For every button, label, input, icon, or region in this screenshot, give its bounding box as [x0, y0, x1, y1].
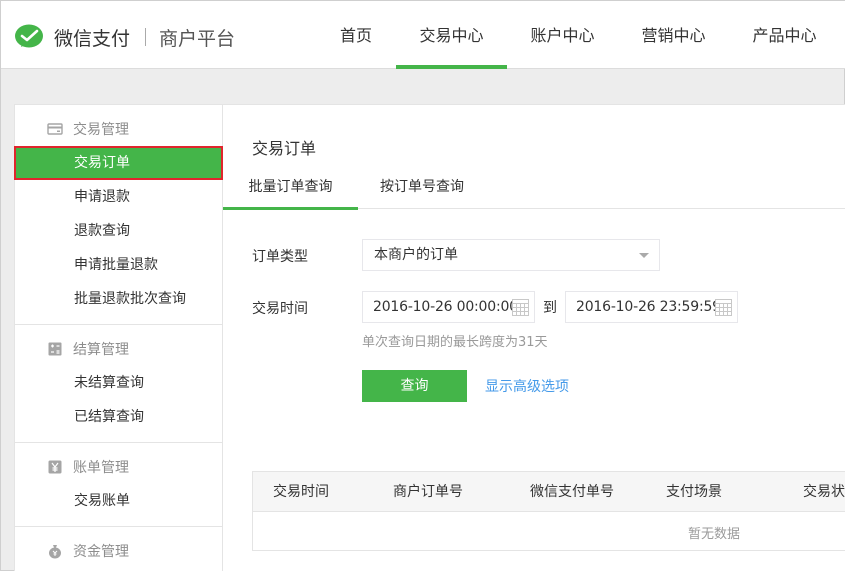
main-nav: 首页 交易中心 账户中心 营销中心 产品中心: [321, 1, 840, 69]
sidebar-group-transaction: 交易管理 交易订单 申请退款 退款查询 申请批量退款 批量退款批次查询: [14, 105, 223, 325]
sidebar-group-title: 账单管理: [15, 450, 222, 484]
start-time-value: 2016-10-26 00:00:00: [373, 299, 518, 315]
column-header: 交易状: [803, 484, 845, 500]
nav-product-center[interactable]: 产品中心: [729, 1, 840, 69]
sidebar-item-batch-refund-query[interactable]: 批量退款批次查询: [15, 282, 222, 316]
logo[interactable]: 微信支付 商户平台: [14, 23, 235, 51]
column-header: 商户订单号: [393, 484, 463, 500]
logo-divider: [145, 28, 147, 46]
page-title: 交易订单: [252, 139, 317, 158]
top-header: 微信支付 商户平台 首页 交易中心 账户中心 营销中心 产品中心: [1, 1, 845, 69]
transaction-icon: [47, 123, 63, 135]
sidebar-item-settled-query[interactable]: 已结算查询: [15, 400, 222, 434]
sidebar-item-trade-orders[interactable]: 交易订单: [14, 146, 223, 180]
order-type-value: 本商户的订单: [374, 247, 458, 263]
calculator-icon: [48, 342, 62, 356]
chevron-down-icon: [639, 253, 649, 258]
main-panel: 交易管理 交易订单 申请退款 退款查询 申请批量退款 批量退款批次查询 结算管理…: [14, 104, 845, 571]
tab-order-number-query[interactable]: 按订单号查询: [380, 175, 464, 209]
calendar-icon[interactable]: [512, 299, 529, 316]
sidebar-item-apply-refund[interactable]: 申请退款: [15, 180, 222, 214]
tab-batch-query[interactable]: 批量订单查询: [223, 175, 358, 210]
wechat-pay-logo-icon: [15, 24, 43, 48]
column-header: 支付场景: [666, 484, 722, 500]
empty-state-text: 暂无数据: [688, 527, 741, 542]
trade-time-label: 交易时间: [252, 301, 308, 317]
sidebar-group-title-text: 结算管理: [73, 342, 129, 358]
sidebar-group-title: 资金管理: [15, 534, 222, 568]
order-type-select[interactable]: 本商户的订单: [362, 239, 660, 271]
nav-marketing-center[interactable]: 营销中心: [618, 1, 729, 69]
end-time-input[interactable]: 2016-10-26 23:59:59: [565, 291, 738, 323]
nav-trade-center[interactable]: 交易中心: [396, 1, 507, 69]
sidebar-item-batch-refund[interactable]: 申请批量退款: [15, 248, 222, 282]
sidebar-group-bills: 账单管理 交易账单: [15, 443, 222, 527]
order-type-label: 订单类型: [252, 249, 308, 265]
sidebar-group-title: 交易管理: [15, 112, 222, 146]
sidebar: 交易管理 交易订单 申请退款 退款查询 申请批量退款 批量退款批次查询 结算管理…: [14, 105, 223, 571]
range-to-label: 到: [543, 300, 557, 316]
end-time-value: 2016-10-26 23:59:59: [576, 299, 721, 315]
sidebar-item-trade-bill[interactable]: 交易账单: [15, 484, 222, 518]
money-bag-icon: [49, 545, 61, 559]
start-time-input[interactable]: 2016-10-26 00:00:00: [362, 291, 535, 323]
sidebar-group-title-text: 交易管理: [73, 122, 129, 138]
column-header: 交易时间: [273, 484, 329, 500]
date-range-hint: 单次查询日期的最长跨度为31天: [362, 335, 548, 350]
results-table: 交易时间 商户订单号 微信支付单号 支付场景 交易状 暂无数据: [252, 471, 845, 551]
platform-name: 商户平台: [159, 27, 236, 50]
query-tabs: 批量订单查询 按订单号查询: [223, 175, 845, 210]
query-button[interactable]: 查询: [362, 370, 467, 402]
sidebar-group-settlement: 结算管理 未结算查询 已结算查询: [15, 325, 222, 443]
advanced-options-link[interactable]: 显示高级选项: [485, 376, 569, 396]
column-header: 微信支付单号: [530, 484, 614, 500]
sidebar-group-title: 结算管理: [15, 332, 222, 366]
sidebar-group-title-text: 账单管理: [73, 460, 129, 476]
nav-home[interactable]: 首页: [321, 1, 391, 69]
sidebar-group-title-text: 资金管理: [73, 544, 129, 560]
sidebar-item-unsettled-query[interactable]: 未结算查询: [15, 366, 222, 400]
sidebar-item-refund-query[interactable]: 退款查询: [15, 214, 222, 248]
brand-name: 微信支付: [54, 27, 131, 50]
nav-account-center[interactable]: 账户中心: [507, 1, 618, 69]
sidebar-group-funds: 资金管理: [15, 527, 222, 571]
yen-icon: [48, 460, 62, 474]
calendar-icon[interactable]: [715, 299, 732, 316]
content-area: 交易订单 批量订单查询 按订单号查询 订单类型 本商户的订单 交易时间 2016…: [223, 105, 845, 571]
table-header: 交易时间 商户订单号 微信支付单号 支付场景 交易状: [253, 472, 845, 512]
